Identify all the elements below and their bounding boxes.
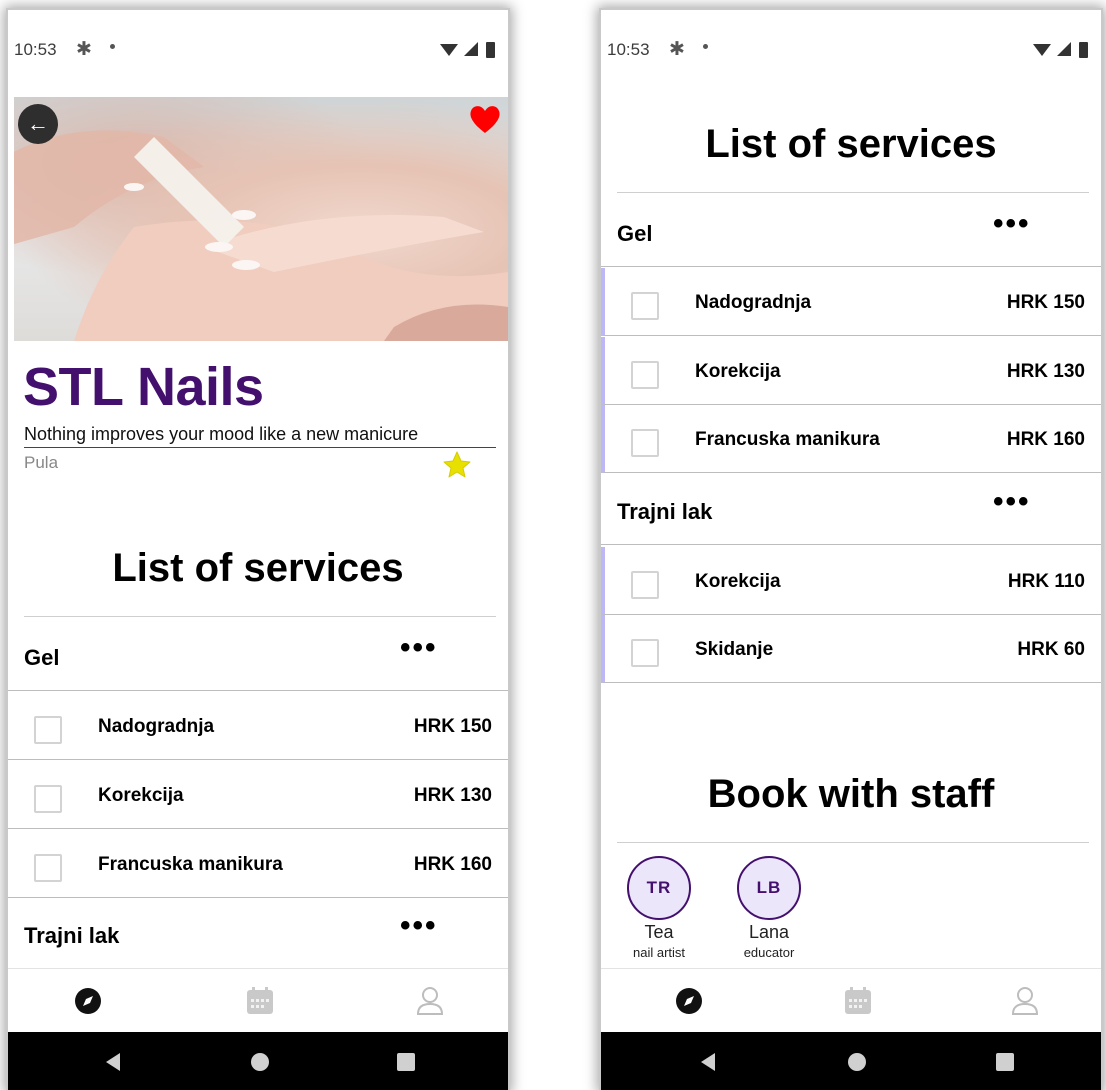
- home-circle-icon[interactable]: [845, 1050, 869, 1074]
- tagline-divider: [24, 447, 496, 448]
- settings-gear-icon: ✱: [76, 39, 92, 60]
- services-divider: [617, 192, 1089, 193]
- notification-dot-icon: [703, 44, 708, 49]
- category-row-trajni-lak[interactable]: Trajni lak •••: [8, 899, 508, 969]
- user-icon[interactable]: [1005, 981, 1045, 1021]
- recents-square-icon[interactable]: [993, 1050, 1017, 1074]
- service-price: HRK 150: [1006, 292, 1085, 313]
- avatar[interactable]: LB: [737, 856, 801, 920]
- back-button[interactable]: ←: [18, 104, 58, 144]
- service-name: Skidanje: [695, 639, 774, 660]
- category-name: Gel: [617, 221, 653, 246]
- service-name: Korekcija: [695, 361, 781, 382]
- more-options-icon[interactable]: •••: [993, 487, 1031, 517]
- rating-star-button[interactable]: [442, 450, 472, 480]
- category-row-gel[interactable]: Gel •••: [601, 197, 1101, 267]
- status-signal-battery-icon: [440, 42, 495, 58]
- back-triangle-icon[interactable]: [102, 1050, 126, 1074]
- service-row[interactable]: Korekcija HRK 130: [8, 761, 508, 829]
- service-price: HRK 60: [1017, 639, 1085, 660]
- settings-gear-icon: ✱: [669, 39, 685, 60]
- home-circle-icon[interactable]: [248, 1050, 272, 1074]
- service-checkbox[interactable]: [631, 429, 659, 457]
- service-name: Francuska manikura: [98, 854, 283, 875]
- compass-icon[interactable]: [68, 981, 108, 1021]
- favorite-heart-button[interactable]: [468, 102, 502, 136]
- status-time: 10:53: [14, 40, 57, 59]
- staff-role: educator: [743, 945, 795, 960]
- service-name: Francuska manikura: [695, 429, 880, 450]
- service-row[interactable]: Francuska manikura HRK 160: [601, 405, 1101, 473]
- service-price: HRK 160: [1006, 429, 1085, 450]
- bottom-navigation: [8, 968, 508, 1032]
- service-checkbox[interactable]: [34, 716, 62, 744]
- service-checkbox[interactable]: [631, 571, 659, 599]
- staff-card-tea[interactable]: TR Tea nail artist: [619, 856, 699, 960]
- user-icon[interactable]: [410, 981, 450, 1021]
- staff-heading: Book with staff: [707, 772, 995, 816]
- more-options-icon[interactable]: •••: [400, 911, 438, 941]
- back-triangle-icon[interactable]: [697, 1050, 721, 1074]
- manicure-photo: [14, 130, 508, 341]
- bottom-navigation: [601, 968, 1101, 1032]
- category-row-gel[interactable]: Gel •••: [8, 621, 508, 691]
- avatar[interactable]: TR: [627, 856, 691, 920]
- more-options-icon[interactable]: •••: [400, 633, 438, 663]
- service-name: Korekcija: [98, 785, 184, 806]
- category-name: Gel: [24, 645, 60, 670]
- service-name: Korekcija: [695, 571, 781, 592]
- calendar-icon[interactable]: [240, 981, 280, 1021]
- service-checkbox[interactable]: [34, 854, 62, 882]
- service-row[interactable]: Francuska manikura HRK 160: [8, 830, 508, 898]
- notification-dot-icon: [110, 44, 115, 49]
- arrow-left-icon: ←: [27, 111, 49, 136]
- compass-icon[interactable]: [669, 981, 709, 1021]
- system-navigation-bar: [8, 1032, 508, 1090]
- staff-divider: [617, 842, 1089, 843]
- status-bar: 10:53 ✱: [601, 10, 1101, 88]
- service-checkbox[interactable]: [631, 361, 659, 389]
- service-price: HRK 130: [413, 785, 492, 806]
- service-row[interactable]: Korekcija HRK 130: [601, 337, 1101, 405]
- staff-role: nail artist: [632, 945, 686, 960]
- service-price: HRK 110: [1007, 571, 1085, 592]
- service-name: Nadogradnja: [98, 716, 215, 737]
- staff-name: Tea: [644, 922, 674, 942]
- category-name: Trajni lak: [617, 499, 713, 524]
- recents-square-icon[interactable]: [394, 1050, 418, 1074]
- service-name: Nadogradnja: [695, 292, 812, 313]
- service-price: HRK 130: [1006, 361, 1085, 382]
- service-checkbox[interactable]: [34, 785, 62, 813]
- category-name: Trajni lak: [24, 923, 120, 948]
- shop-name: STL Nails: [23, 357, 264, 417]
- staff-name: Lana: [748, 922, 790, 942]
- phone-screen-services-scrolled: 10:53 ✱ List of services Gel ••• Nadogra…: [601, 10, 1101, 1090]
- services-divider: [24, 616, 496, 617]
- services-heading: List of services: [112, 546, 404, 590]
- service-row[interactable]: Nadogradnja HRK 150: [601, 268, 1101, 336]
- status-bar: 10:53 ✱: [8, 10, 508, 88]
- service-price: HRK 160: [413, 854, 492, 875]
- shop-hero-image: [14, 97, 508, 341]
- service-row[interactable]: Skidanje HRK 60: [601, 615, 1101, 683]
- category-row-trajni-lak[interactable]: Trajni lak •••: [601, 475, 1101, 545]
- services-heading: List of services: [705, 122, 997, 166]
- calendar-icon[interactable]: [838, 981, 878, 1021]
- status-time: 10:53: [607, 40, 650, 59]
- more-options-icon[interactable]: •••: [993, 209, 1031, 239]
- service-row[interactable]: Korekcija HRK 110: [601, 547, 1101, 615]
- system-navigation-bar: [601, 1032, 1101, 1090]
- service-checkbox[interactable]: [631, 292, 659, 320]
- status-signal-battery-icon: [1033, 42, 1088, 58]
- service-checkbox[interactable]: [631, 639, 659, 667]
- shop-city: Pula: [24, 453, 59, 472]
- phone-screen-shop-detail: 10:53 ✱ ← STL Nails Nothing improves you…: [8, 10, 508, 1090]
- service-row[interactable]: Nadogradnja HRK 150: [8, 692, 508, 760]
- shop-tagline: Nothing improves your mood like a new ma…: [24, 424, 419, 444]
- staff-card-lana[interactable]: LB Lana educator: [729, 856, 809, 960]
- service-price: HRK 150: [413, 716, 492, 737]
